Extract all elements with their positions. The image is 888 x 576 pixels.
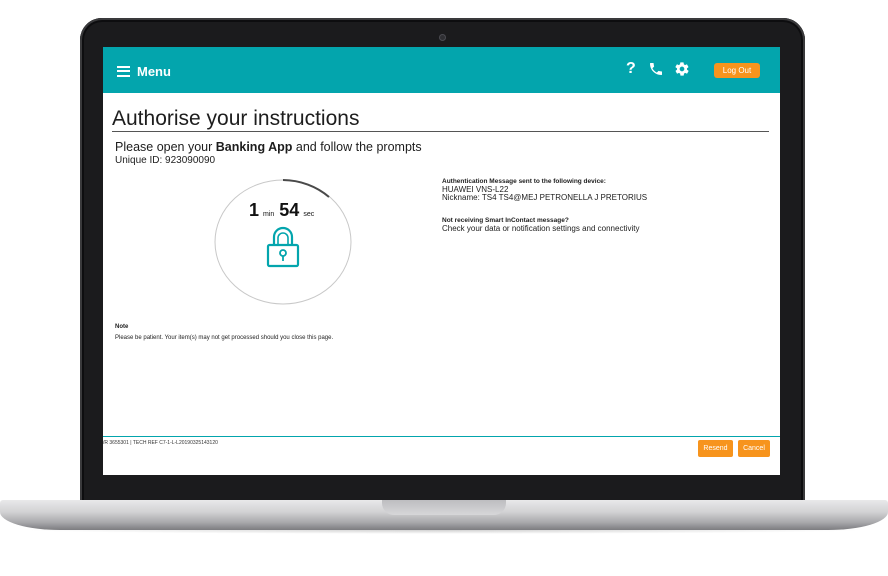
footer-divider <box>103 436 780 437</box>
timer-seconds: 54 <box>279 200 300 220</box>
screen: Menu ? Log Out Authorise your instructio… <box>103 47 780 475</box>
webcam <box>439 34 446 41</box>
resend-button[interactable]: Resend <box>698 440 733 457</box>
padlock-icon <box>266 226 300 268</box>
instruction-suffix: and follow the prompts <box>292 140 422 154</box>
timer-seconds-unit: sec <box>303 211 315 218</box>
menu-button[interactable]: Menu <box>117 62 171 80</box>
auth-device-info: Authentication Message sent to the follo… <box>442 178 647 202</box>
page-title: Authorise your instructions <box>112 107 360 130</box>
cancel-button[interactable]: Cancel <box>738 440 770 457</box>
title-divider <box>112 131 769 132</box>
top-bar: Menu ? Log Out <box>103 47 780 93</box>
tech-reference: /R 3655301 | TECH REF C7-1-L-L2019032514… <box>103 440 218 446</box>
not-receiving-text: Check your data or notification settings… <box>442 224 640 233</box>
timer-minutes-unit: min <box>263 211 275 218</box>
laptop-notch <box>382 500 506 515</box>
device-nickname: Nickname: TS4 TS4@MEJ PETRONELLA J PRETO… <box>442 193 648 202</box>
menu-icon <box>117 65 130 77</box>
phone-icon[interactable] <box>648 61 664 82</box>
logout-button[interactable]: Log Out <box>714 63 760 78</box>
timer-minutes: 1 <box>249 200 260 220</box>
menu-label: Menu <box>137 63 171 79</box>
not-receiving-info: Not receiving Smart InContact message? C… <box>442 217 639 233</box>
countdown-readout: 1 min 54 sec <box>249 200 319 221</box>
unique-id: Unique ID: 923090090 <box>115 155 216 166</box>
note-text: Please be patient. Your item(s) may not … <box>115 335 334 341</box>
note-label: Note <box>115 324 129 330</box>
instruction-text: Please open your Banking App and follow … <box>115 140 422 154</box>
instruction-prefix: Please open your <box>115 140 216 154</box>
banking-app-label: Banking App <box>215 140 293 154</box>
gear-icon[interactable] <box>674 61 690 82</box>
help-icon[interactable]: ? <box>626 60 636 78</box>
